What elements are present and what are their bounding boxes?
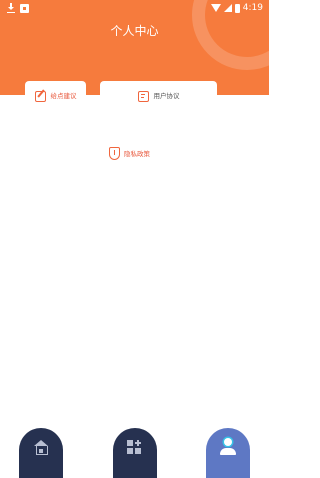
document-icon <box>137 90 149 102</box>
user-icon <box>220 438 236 456</box>
download-icon <box>7 3 15 13</box>
battery-icon <box>234 3 240 13</box>
nav-apps-button[interactable] <box>113 428 157 478</box>
tab-user-agreement-label: 用户协议 <box>153 92 180 100</box>
signal-icon <box>223 4 232 12</box>
home-icon <box>34 440 48 455</box>
edit-icon <box>34 90 46 102</box>
nav-profile-button[interactable] <box>206 428 250 478</box>
status-time: 4:19 <box>242 3 263 13</box>
privacy-policy-label: 隐私政策 <box>124 150 150 158</box>
shield-icon <box>109 146 120 160</box>
notification-icon <box>20 4 29 13</box>
status-bar: 4:19 <box>0 0 269 16</box>
tab-feedback-label: 给点建议 <box>50 92 77 100</box>
tab-user-agreement[interactable]: 用户协议 <box>100 81 217 111</box>
privacy-policy-link[interactable]: 隐私政策 <box>109 145 150 161</box>
tab-feedback[interactable]: 给点建议 <box>25 81 86 111</box>
wifi-icon <box>210 4 221 12</box>
nav-home-button[interactable] <box>19 428 63 478</box>
page-title: 个人中心 <box>110 24 159 38</box>
apps-icon <box>127 440 143 456</box>
